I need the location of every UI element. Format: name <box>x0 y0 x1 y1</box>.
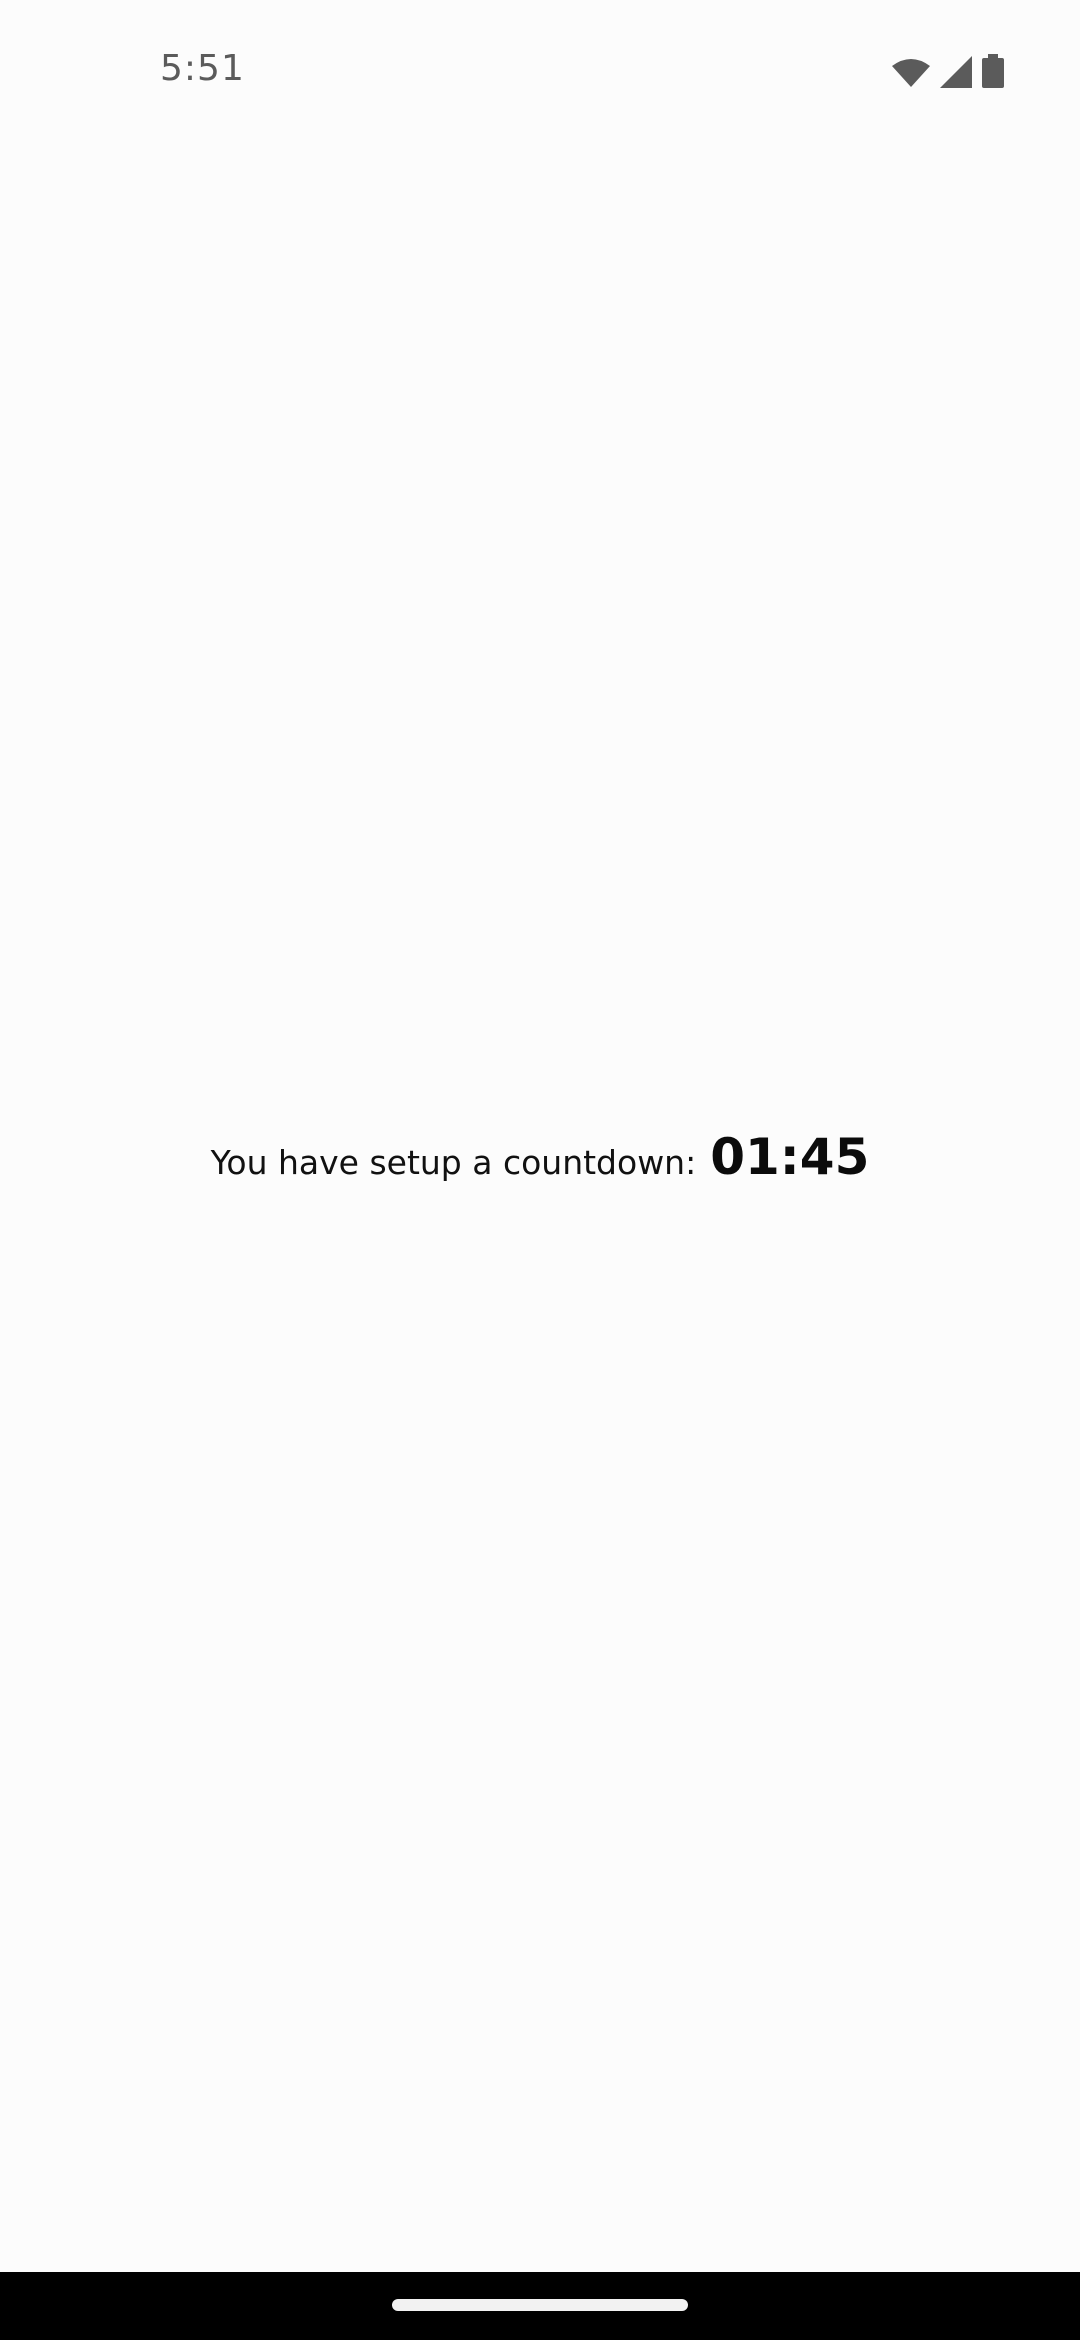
screen: 5:51 You have setup a countdown: 01:45 <box>0 0 1080 2340</box>
countdown-row: You have setup a countdown: 01:45 <box>0 1128 1080 1186</box>
home-gesture-handle[interactable] <box>392 2299 688 2311</box>
cellular-signal-icon <box>940 56 972 88</box>
status-time: 5:51 <box>160 48 245 89</box>
status-bar: 5:51 <box>0 0 1080 140</box>
navigation-bar <box>0 2272 1080 2340</box>
wifi-icon <box>892 58 930 88</box>
battery-icon <box>982 54 1004 88</box>
countdown-timer: 01:45 <box>710 1128 870 1186</box>
status-icons <box>892 54 1004 88</box>
countdown-label: You have setup a countdown: <box>210 1143 697 1182</box>
